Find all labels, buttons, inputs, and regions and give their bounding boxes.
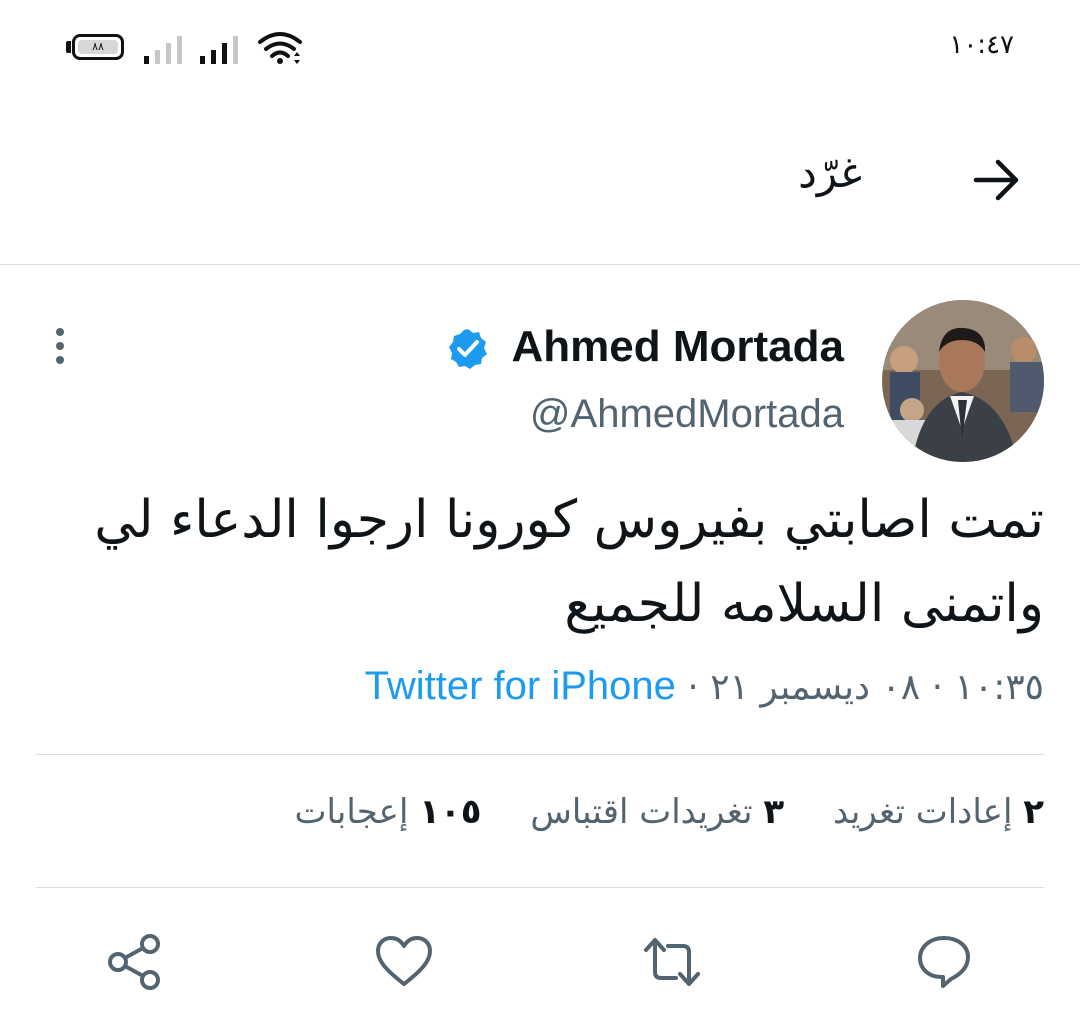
tweet-text: تمت اصابتي بفيروس كورونا ارجوا الدعاء لي… (94, 490, 1044, 634)
page-title: غرّد (798, 148, 862, 197)
battery-icon: ٨٨ (72, 34, 124, 60)
retweets-count: ٢ (1023, 792, 1044, 832)
quotes-label: تغريدات اقتباس (530, 792, 753, 832)
likes-stat[interactable]: ١٠٥ إعجابات (295, 792, 482, 832)
battery-level: ٨٨ (78, 40, 118, 54)
like-icon[interactable] (374, 932, 434, 992)
signal-icon (144, 34, 184, 64)
retweets-label: إعادات تغريد (832, 792, 1013, 832)
quotes-stat[interactable]: ٣ تغريدات اقتباس (530, 792, 784, 832)
wifi-icon (258, 32, 302, 64)
divider (36, 887, 1044, 888)
likes-count: ١٠٥ (419, 792, 482, 832)
clock: ١٠:٤٧ (949, 30, 1014, 60)
tweet-source-link[interactable]: Twitter for iPhone (365, 664, 676, 708)
reply-icon[interactable] (914, 932, 974, 992)
arrow-right-icon[interactable] (972, 158, 1020, 202)
more-options-icon[interactable] (50, 326, 70, 370)
battery-tip (66, 41, 71, 53)
likes-label: إعجابات (294, 792, 409, 832)
status-bar: ٨٨ ١٠:٤٧ (0, 0, 1080, 96)
tweet-detail-screen: ٨٨ ١٠:٤٧ غرّد Ahmed Mortada @AhmedMortad… (0, 0, 1080, 1030)
meta-separator: · (920, 667, 955, 708)
retweet-icon[interactable] (642, 932, 702, 992)
tweet-time: ١٠:٣٥ (954, 667, 1044, 708)
share-icon[interactable] (104, 932, 164, 992)
tweet-stats: ٢ إعادات تغريد ٣ تغريدات اقتباس ١٠٥ إعجا… (295, 792, 1044, 832)
author-handle[interactable]: @AhmedMortada (530, 392, 844, 437)
app-header: غرّد (0, 96, 1080, 265)
avatar[interactable] (882, 300, 1044, 462)
quotes-count: ٣ (763, 792, 785, 832)
retweets-stat[interactable]: ٢ إعادات تغريد (833, 792, 1044, 832)
tweet-metadata: ١٠:٣٥ · ٠٨ ديسمبر ٢١ · Twitter for iPhon… (365, 664, 1044, 709)
verified-badge-icon (449, 329, 487, 369)
signal-icon (200, 34, 240, 64)
tweet-date: ٠٨ ديسمبر ٢١ (710, 667, 921, 708)
divider (36, 754, 1044, 755)
meta-separator: · (675, 667, 711, 708)
author-display-name[interactable]: Ahmed Mortada (512, 322, 844, 372)
